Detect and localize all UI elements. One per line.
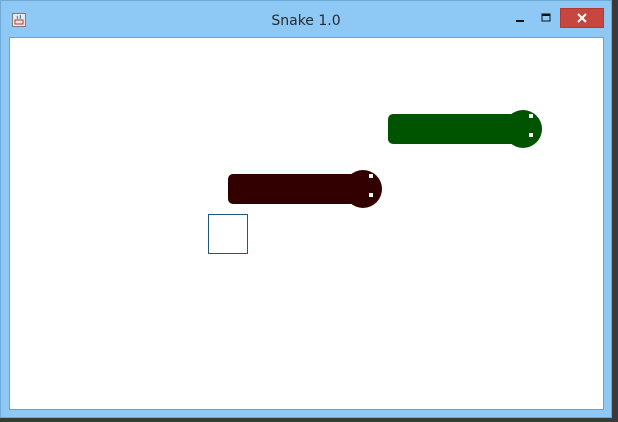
- maximize-icon: [541, 13, 551, 22]
- snake-maroon-eye: [369, 174, 373, 178]
- snake-maroon-head: [344, 170, 382, 208]
- snake-maroon: [228, 170, 382, 208]
- maximize-button[interactable]: [533, 9, 559, 27]
- snake-green-eye: [529, 133, 533, 137]
- food-square: [208, 214, 248, 254]
- snake-green: [388, 110, 542, 148]
- app-window: Snake 1.0: [0, 0, 612, 418]
- close-icon: [577, 13, 587, 23]
- close-button[interactable]: [560, 8, 604, 28]
- snake-green-head: [504, 110, 542, 148]
- minimize-icon: [516, 20, 524, 22]
- minimize-button[interactable]: [507, 9, 533, 27]
- snake-green-eye: [529, 114, 533, 118]
- snake-maroon-eye: [369, 193, 373, 197]
- snake-maroon-body: [228, 174, 358, 204]
- game-canvas[interactable]: [9, 37, 604, 410]
- title-bar[interactable]: Snake 1.0: [1, 1, 611, 37]
- snake-green-body: [388, 114, 518, 144]
